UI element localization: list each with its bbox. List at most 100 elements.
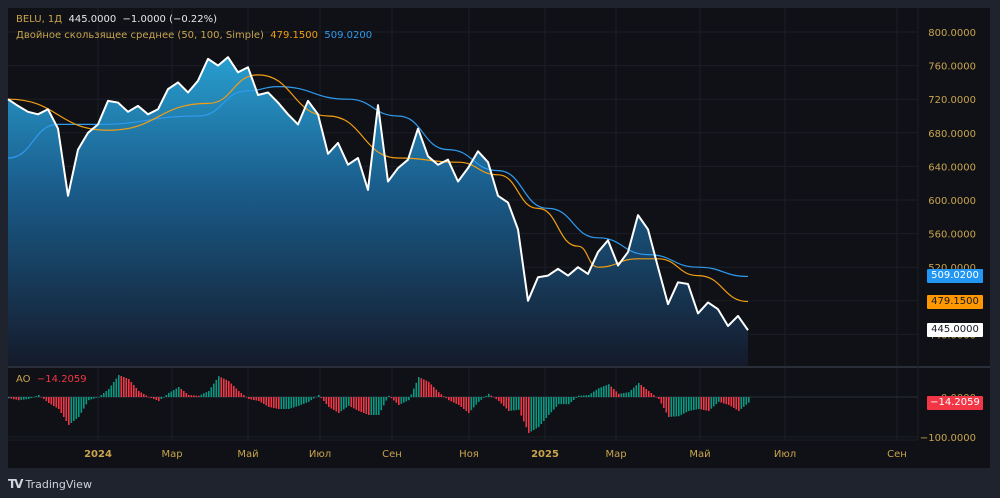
ao-bar — [485, 395, 488, 397]
ao-bar — [23, 397, 25, 400]
ao-bar — [535, 397, 538, 429]
ao-bar — [393, 397, 395, 401]
ao-bar — [268, 397, 270, 407]
ao-bar — [658, 397, 660, 399]
ao-bar — [245, 397, 248, 398]
ao-bar — [423, 379, 425, 397]
ao-bar — [708, 397, 710, 411]
ao-bar — [603, 386, 605, 397]
ao-bar — [130, 382, 133, 397]
ao-bar — [515, 397, 518, 411]
ao-bar — [165, 395, 168, 397]
time-tick-label: 2025 — [531, 449, 559, 460]
ao-bar — [250, 397, 253, 400]
ao-bar — [555, 397, 558, 407]
ao-bar — [738, 397, 740, 411]
time-tick-label: Мар — [605, 449, 626, 460]
ao-bar — [110, 385, 113, 397]
ao-bar — [468, 397, 470, 413]
ao-bar — [533, 397, 535, 430]
ao-bar — [148, 397, 150, 398]
ma-legend[interactable]: Двойное скользящее среднее (50, 100, Sim… — [16, 30, 372, 41]
ao-bar — [198, 395, 200, 397]
ao-bar — [430, 384, 433, 397]
ao-bar — [183, 391, 185, 397]
time-tick-label: Сен — [887, 449, 907, 460]
ao-bar — [640, 385, 643, 397]
ao-bar — [40, 397, 43, 398]
ao-label[interactable]: AO — [16, 374, 31, 385]
ao-bar — [358, 397, 360, 411]
ao-bar — [580, 395, 583, 397]
ao-bar — [415, 382, 418, 397]
ao-bar — [550, 397, 553, 413]
ao-bar — [633, 387, 635, 397]
ao-bar — [283, 397, 285, 409]
ma50-price-badge: 479.1500 — [927, 295, 983, 309]
ao-bar — [100, 395, 103, 397]
ao-bar — [298, 397, 300, 406]
tradingview-logo-icon: TV — [8, 477, 24, 491]
ao-bar — [350, 397, 353, 408]
ao-bar — [255, 397, 258, 401]
ao-bar — [678, 397, 680, 417]
ao-bar — [308, 397, 310, 402]
ao-bar — [705, 397, 708, 411]
ao-bar — [370, 397, 373, 415]
ao-bar — [740, 397, 743, 409]
ao-bar — [685, 397, 688, 413]
ao-bar — [510, 397, 513, 411]
last-price-badge: 445.0000 — [927, 323, 983, 337]
ao-bar — [425, 380, 428, 397]
ao-bar — [718, 397, 720, 402]
ao-bar — [695, 397, 698, 410]
ao-legend[interactable]: AO −14.2059 — [16, 374, 87, 385]
ao-bar — [743, 397, 745, 407]
time-tick-label: Мар — [161, 449, 182, 460]
ao-bar — [420, 378, 423, 397]
ao-bar — [558, 397, 560, 405]
ao-bar — [45, 397, 48, 401]
chart-canvas[interactable]: 800.0000 760.0000 720.0000 680.0000 640.0000… — [0, 0, 1000, 498]
ao-bar — [163, 397, 165, 398]
tradingview-brand[interactable]: TV TradingView — [8, 475, 92, 493]
ao-bar — [188, 395, 190, 397]
ao-bar — [448, 397, 450, 401]
ma-indicator-label[interactable]: Двойное скользящее среднее (50, 100, Sim… — [16, 30, 264, 41]
ao-bar — [375, 397, 378, 415]
ao-bar — [315, 396, 318, 398]
ao-bar — [260, 397, 263, 403]
ao-bar — [473, 397, 475, 408]
symbol-legend: BELU, 1Д 445.0000 −1.0000 (−0.22%) — [16, 14, 217, 25]
ao-bar — [488, 393, 490, 397]
ao-bar — [460, 397, 463, 407]
ao-histogram — [8, 375, 750, 433]
ao-bar — [65, 397, 68, 421]
ao-bar — [458, 397, 460, 405]
ao-bar — [698, 397, 700, 409]
ao-bar — [35, 396, 38, 397]
ao-bar — [58, 397, 60, 409]
ao-bar — [273, 397, 275, 408]
ao-bar — [200, 394, 203, 397]
ao-bar — [583, 395, 585, 397]
price-tick-label: 720.0000 — [928, 95, 976, 106]
ao-bar — [170, 391, 173, 397]
ao-bar — [85, 397, 88, 405]
time-tick-label: Сен — [382, 449, 402, 460]
ao-bar — [363, 397, 365, 413]
time-axis[interactable]: 2024 Мар Май Июл Сен Ноя 2025 Мар Май Июл Сен — [84, 449, 907, 460]
ao-bar — [28, 397, 30, 399]
ao-bar — [590, 393, 593, 397]
ao-bar — [178, 387, 180, 397]
ao-bar — [13, 397, 15, 400]
symbol-label[interactable]: BELU, 1Д — [16, 14, 62, 25]
ao-bar — [220, 377, 223, 397]
price-change: −1.0000 (−0.22%) — [122, 14, 218, 25]
ao-bar — [498, 397, 500, 401]
ao-bar — [665, 397, 668, 413]
ao-bar — [653, 395, 655, 397]
ao-bar — [385, 397, 388, 401]
ao-bar — [608, 384, 610, 397]
ao-bar — [128, 379, 130, 397]
